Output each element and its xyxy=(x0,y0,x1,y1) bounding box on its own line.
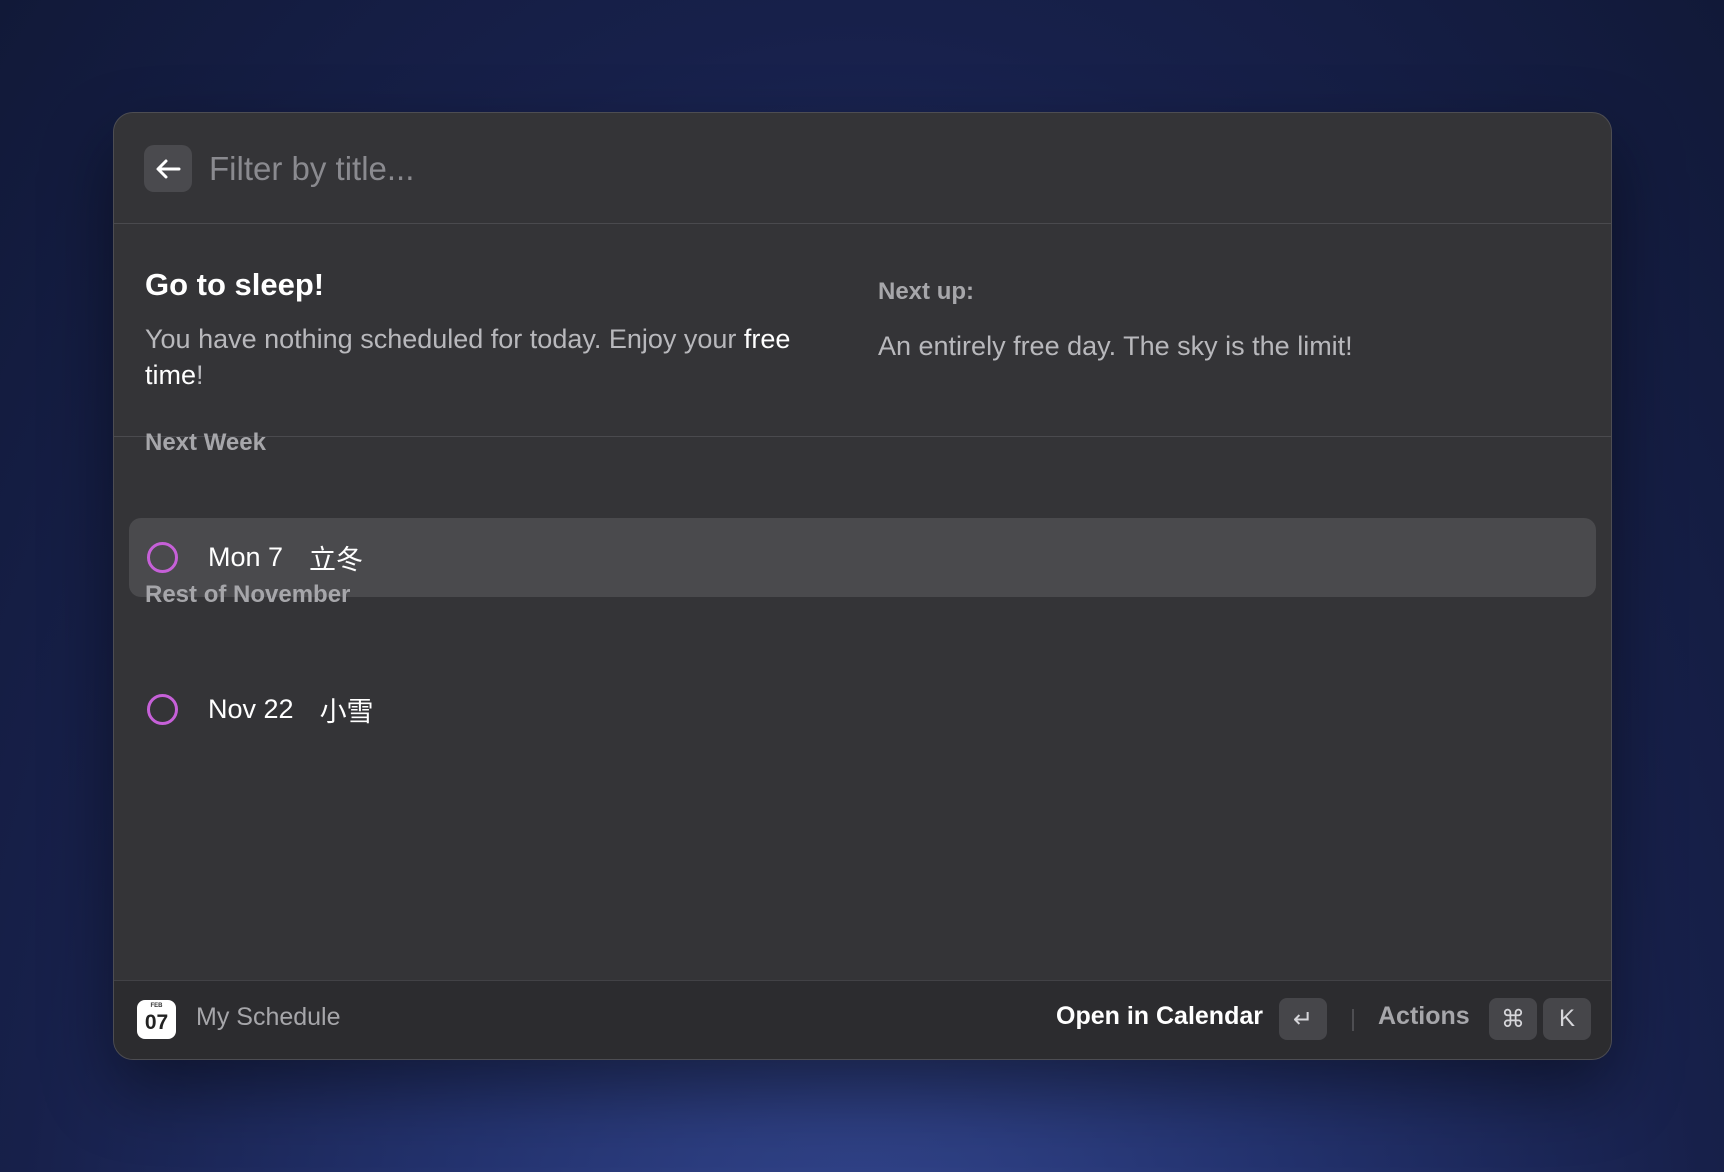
next-up-label: Next up: xyxy=(878,278,974,305)
item-title: 立冬 xyxy=(309,545,364,576)
item-date: Mon 7 xyxy=(208,542,284,572)
detail-text-before: You have nothing scheduled for today. En… xyxy=(145,324,744,355)
detail-panel: Go to sleep! You have nothing scheduled … xyxy=(114,224,1611,437)
divider xyxy=(1352,1009,1354,1031)
command-key-icon: ⌘ xyxy=(1489,998,1537,1040)
open-in-calendar-button[interactable]: Open in Calendar xyxy=(1056,1002,1263,1031)
circle-outline-icon xyxy=(147,694,178,725)
calendar-icon: FEB 07 xyxy=(137,1000,176,1039)
detail-summary: Go to sleep! You have nothing scheduled … xyxy=(145,266,845,393)
footer-action-bar: FEB 07 My Schedule Open in Calendar ↵ Ac… xyxy=(114,980,1611,1059)
section-title-rest-of-november: Rest of November xyxy=(145,581,351,608)
detail-title: Go to sleep! xyxy=(145,267,325,302)
return-key-icon: ↵ xyxy=(1279,998,1327,1040)
section-title-next-week: Next Week xyxy=(145,429,266,456)
detail-description: You have nothing scheduled for today. En… xyxy=(145,321,845,393)
circle-outline-icon xyxy=(147,542,178,573)
next-up-text: An entirely free day. The sky is the lim… xyxy=(878,331,1353,361)
app-name: My Schedule xyxy=(196,1003,341,1031)
back-button[interactable] xyxy=(144,145,192,192)
calendar-icon-day: 07 xyxy=(144,1011,169,1034)
schedule-window: Go to sleep! You have nothing scheduled … xyxy=(113,112,1612,1060)
list-item[interactable]: Nov 22 小雪 xyxy=(129,670,1596,749)
search-bar xyxy=(114,113,1611,224)
search-input[interactable] xyxy=(209,143,1509,195)
item-date: Nov 22 xyxy=(208,694,294,724)
actions-button[interactable]: Actions xyxy=(1378,1002,1470,1031)
arrow-left-icon xyxy=(156,159,181,178)
item-title: 小雪 xyxy=(319,697,374,728)
next-up-panel: Next up: An entirely free day. The sky i… xyxy=(878,278,1578,364)
detail-text-after: ! xyxy=(196,360,204,391)
calendar-icon-month: FEB xyxy=(150,1003,163,1009)
k-key-icon: K xyxy=(1543,998,1591,1040)
